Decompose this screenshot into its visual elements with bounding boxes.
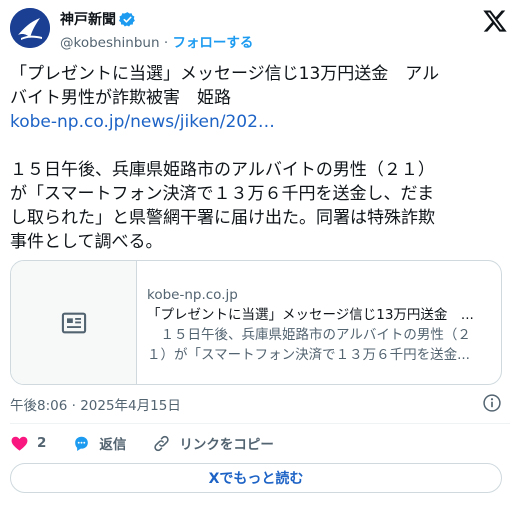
tweet-headline-line2: バイト男性が詐欺被害 姫路 <box>10 88 231 108</box>
card-title: 「プレゼントに当選」メッセージ信じ13万円送金 ... <box>147 307 474 323</box>
separator: · <box>159 35 173 51</box>
tweet-body-line1: １５日午後、兵庫県姫路市のアルバイトの男性（２１） <box>10 160 435 180</box>
card-description-line1: １５日午後、兵庫県姫路市のアルバイトの男性（２ <box>147 327 471 343</box>
tweet-link[interactable]: kobe-np.co.jp/news/jiken/202… <box>10 110 510 134</box>
like-count: 2 <box>37 435 47 451</box>
link-icon <box>154 435 170 451</box>
tweet-body-line2: が「スマートフォン決済で１３万６千円を送金し、だま <box>10 184 435 204</box>
reply-label: 返信 <box>99 437 127 453</box>
tweet-text: 「プレゼントに当選」メッセージ信じ13万円送金 アル バイト男性が詐欺被害 姫路… <box>10 62 510 254</box>
follow-button[interactable]: フォローする <box>172 35 253 51</box>
kobe-shinbun-logo-icon <box>10 8 50 48</box>
tweet-timestamp[interactable]: 午後8:06 · 2025年4月15日 <box>10 394 181 414</box>
tweet-body-line3: し取られた」と県警網干署に届け出た。同署は特殊詐欺 <box>10 208 435 228</box>
tweet-headline-line1: 「プレゼントに当選」メッセージ信じ13万円送金 アル <box>10 64 440 84</box>
copy-link-button[interactable]: リンクをコピー <box>152 433 274 453</box>
account-handle: @kobeshinbun <box>60 35 160 51</box>
account-name-row: 神戸新聞 <box>60 9 136 29</box>
verified-badge-icon <box>119 11 136 28</box>
like-button[interactable]: 2 <box>10 434 46 453</box>
reply-button[interactable]: 返信 <box>72 433 126 453</box>
action-bar: 2 返信 リンクをコピー <box>10 432 300 454</box>
handle-row: @kobeshinbun · フォローする <box>60 31 253 51</box>
copy-link-label: リンクをコピー <box>179 437 274 453</box>
x-logo-icon[interactable] <box>482 8 508 34</box>
account-name[interactable]: 神戸新聞 <box>60 9 116 29</box>
tweet-header: 神戸新聞 @kobeshinbun · フォローする <box>10 8 510 52</box>
card-thumbnail <box>11 261 137 384</box>
card-domain: kobe-np.co.jp <box>147 287 238 303</box>
article-icon <box>61 312 87 334</box>
info-icon[interactable] <box>482 393 502 413</box>
card-description-line2: １）が「スマートフォン決済で１３万６千円を送金... <box>147 347 470 363</box>
tweet-body-line4: 事件として調べる。 <box>10 232 163 252</box>
avatar[interactable] <box>10 8 50 48</box>
link-preview-card[interactable]: kobe-np.co.jp 「プレゼントに当選」メッセージ信じ13万円送金 ..… <box>10 260 502 385</box>
divider <box>10 423 510 424</box>
read-more-button[interactable]: Xでもっと読む <box>10 463 502 493</box>
heart-icon <box>11 436 28 451</box>
reply-icon <box>75 436 89 451</box>
card-body: kobe-np.co.jp 「プレゼントに当選」メッセージ信じ13万円送金 ..… <box>147 285 492 365</box>
